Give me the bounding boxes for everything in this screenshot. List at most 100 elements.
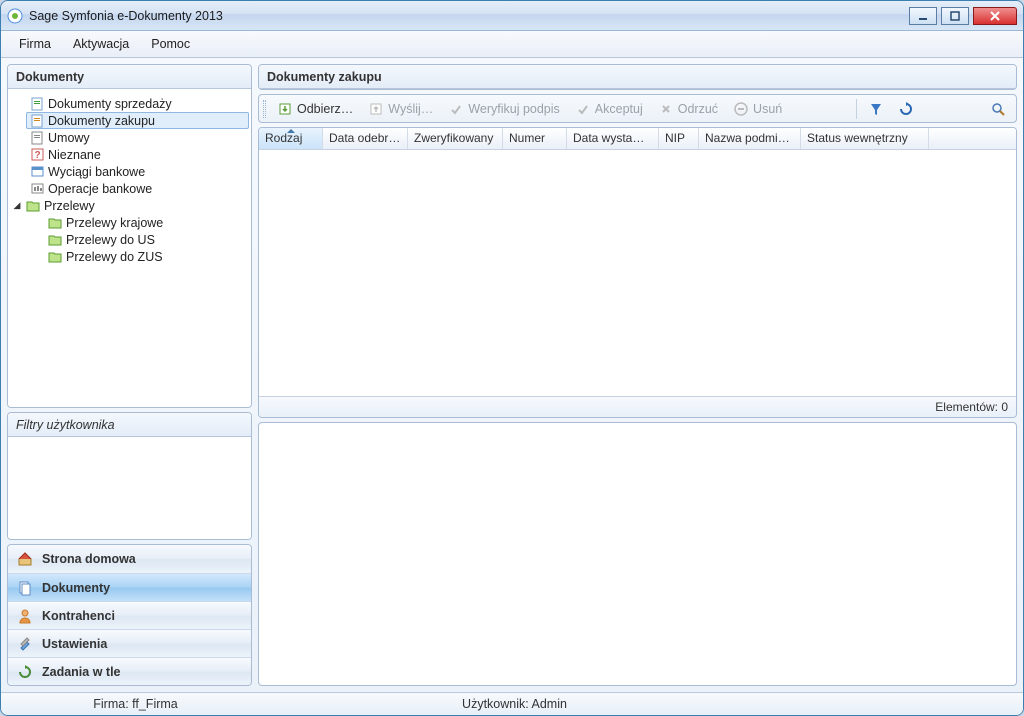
- filters-body: [8, 437, 251, 539]
- document-icon: [30, 131, 44, 145]
- bank-ops-icon: [30, 182, 44, 195]
- tree-item-przelewy-krajowe[interactable]: Przelewy krajowe: [44, 214, 249, 231]
- nav-documents[interactable]: Dokumenty: [8, 573, 251, 601]
- transfer-icon: [48, 251, 62, 263]
- sidebar-title: Dokumenty: [8, 65, 251, 89]
- question-icon: ?: [30, 148, 44, 161]
- grid-footer: Elementów: 0: [259, 396, 1016, 417]
- tree-item-przelewy-us[interactable]: Przelewy do US: [44, 231, 249, 248]
- tree-item-przelewy-zus[interactable]: Przelewy do ZUS: [44, 248, 249, 265]
- main-title: Dokumenty zakupu: [259, 65, 1016, 89]
- expander-icon[interactable]: ◢: [12, 201, 22, 211]
- tree-label: Przelewy krajowe: [66, 216, 163, 230]
- nav-label: Dokumenty: [42, 581, 110, 595]
- grid-body[interactable]: [259, 150, 1016, 396]
- status-bar: Firma: ff_Firma Użytkownik: Admin: [1, 692, 1023, 715]
- tree-label: Umowy: [48, 131, 90, 145]
- transfer-icon: [48, 217, 62, 229]
- tree-item-dokumenty-sprzedazy[interactable]: Dokumenty sprzedaży: [26, 95, 249, 112]
- toolbar-wyslij[interactable]: Wyślij…: [362, 99, 440, 119]
- status-firma: Firma: ff_Firma: [13, 697, 258, 711]
- toolbar-label: Akceptuj: [595, 102, 643, 116]
- toolbar-label: Odbierz…: [297, 102, 353, 116]
- search-icon: [991, 102, 1005, 116]
- toolbar-label: Usuń: [753, 102, 782, 116]
- col-data-wystawienia[interactable]: Data wystawi…: [567, 128, 659, 149]
- transfer-icon: [48, 234, 62, 246]
- nav-label: Kontrahenci: [42, 609, 115, 623]
- toolbar-label: Odrzuć: [678, 102, 718, 116]
- accept-icon: [576, 102, 590, 116]
- menu-firma[interactable]: Firma: [9, 33, 61, 55]
- nav-label: Zadania w tle: [42, 665, 121, 679]
- filters-title: Filtry użytkownika: [8, 413, 251, 437]
- maximize-button[interactable]: [941, 7, 969, 25]
- col-status-wewn[interactable]: Status wewnętrzny: [801, 128, 929, 149]
- menu-pomoc[interactable]: Pomoc: [141, 33, 200, 55]
- minimize-button[interactable]: [909, 7, 937, 25]
- toolbar-filter[interactable]: [862, 99, 890, 119]
- col-data-odebrania[interactable]: Data odebra…: [323, 128, 408, 149]
- separator: [856, 99, 857, 119]
- delete-icon: [734, 102, 748, 116]
- download-icon: [278, 102, 292, 116]
- tree-label: Wyciągi bankowe: [48, 165, 145, 179]
- nav-background-tasks[interactable]: Zadania w tle: [8, 657, 251, 685]
- toolbar-odrzuc[interactable]: Odrzuć: [652, 99, 725, 119]
- nav-settings[interactable]: Ustawienia: [8, 629, 251, 657]
- refresh-icon: [899, 102, 913, 116]
- person-icon: [16, 608, 34, 624]
- tree-label: Przelewy: [44, 199, 95, 213]
- tree-label: Przelewy do ZUS: [66, 250, 163, 264]
- tree-label: Przelewy do US: [66, 233, 155, 247]
- grid-header: Rodzaj Data odebra… Zweryfikowany Numer …: [259, 128, 1016, 150]
- tree-item-nieznane[interactable]: ? Nieznane: [26, 146, 249, 163]
- upload-icon: [369, 102, 383, 116]
- tree-label: Dokumenty sprzedaży: [48, 97, 172, 111]
- tree-item-dokumenty-zakupu[interactable]: Dokumenty zakupu: [26, 112, 249, 129]
- nav-stack: Strona domowa Dokumenty Kontrahenci: [7, 544, 252, 686]
- close-button[interactable]: [973, 7, 1017, 25]
- document-icon: [30, 114, 44, 128]
- tree-item-operacje[interactable]: Operacje bankowe: [26, 180, 249, 197]
- app-window: Sage Symfonia e-Dokumenty 2013 Firma Akt…: [0, 0, 1024, 716]
- document-icon: [30, 97, 44, 111]
- toolbar-search[interactable]: [984, 99, 1012, 119]
- col-nip[interactable]: NIP: [659, 128, 699, 149]
- transfer-folder-icon: [26, 200, 40, 212]
- nav-home[interactable]: Strona domowa: [8, 545, 251, 573]
- documents-icon: [16, 580, 34, 596]
- toolbar-odbierz[interactable]: Odbierz…: [271, 99, 360, 119]
- menu-aktywacja[interactable]: Aktywacja: [63, 33, 139, 55]
- tools-icon: [16, 636, 34, 652]
- bank-statement-icon: [30, 165, 44, 178]
- tree-label: Nieznane: [48, 148, 101, 162]
- col-spacer: [929, 128, 1016, 149]
- tree-item-przelewy[interactable]: ◢ Przelewy: [10, 197, 249, 214]
- toolbar-label: Weryfikuj podpis: [468, 102, 559, 116]
- verify-icon: [449, 102, 463, 116]
- title-bar: Sage Symfonia e-Dokumenty 2013: [1, 1, 1023, 31]
- reject-icon: [659, 102, 673, 116]
- tree-item-umowy[interactable]: Umowy: [26, 129, 249, 146]
- tree-label: Dokumenty zakupu: [48, 114, 155, 128]
- document-tree: Dokumenty sprzedaży Dokumenty zakupu Umo…: [8, 89, 251, 271]
- col-rodzaj[interactable]: Rodzaj: [259, 128, 323, 149]
- status-user: Użytkownik: Admin: [258, 697, 771, 711]
- svg-text:?: ?: [34, 150, 40, 161]
- toolbar-usun[interactable]: Usuń: [727, 99, 789, 119]
- col-nazwa-podmiotu[interactable]: Nazwa podmiotu: [699, 128, 801, 149]
- details-panel: [258, 422, 1017, 686]
- nav-label: Ustawienia: [42, 637, 107, 651]
- toolbar-akceptuj[interactable]: Akceptuj: [569, 99, 650, 119]
- main-toolbar: Odbierz… Wyślij… Weryfikuj podpis A: [258, 94, 1017, 123]
- col-numer[interactable]: Numer: [503, 128, 567, 149]
- funnel-icon: [869, 102, 883, 116]
- tree-item-wyciagi[interactable]: Wyciągi bankowe: [26, 163, 249, 180]
- app-icon: [7, 8, 23, 24]
- toolbar-refresh[interactable]: [892, 99, 920, 119]
- nav-contractors[interactable]: Kontrahenci: [8, 601, 251, 629]
- tree-label: Operacje bankowe: [48, 182, 152, 196]
- col-zweryfikowany[interactable]: Zweryfikowany: [408, 128, 503, 149]
- toolbar-weryfikuj[interactable]: Weryfikuj podpis: [442, 99, 566, 119]
